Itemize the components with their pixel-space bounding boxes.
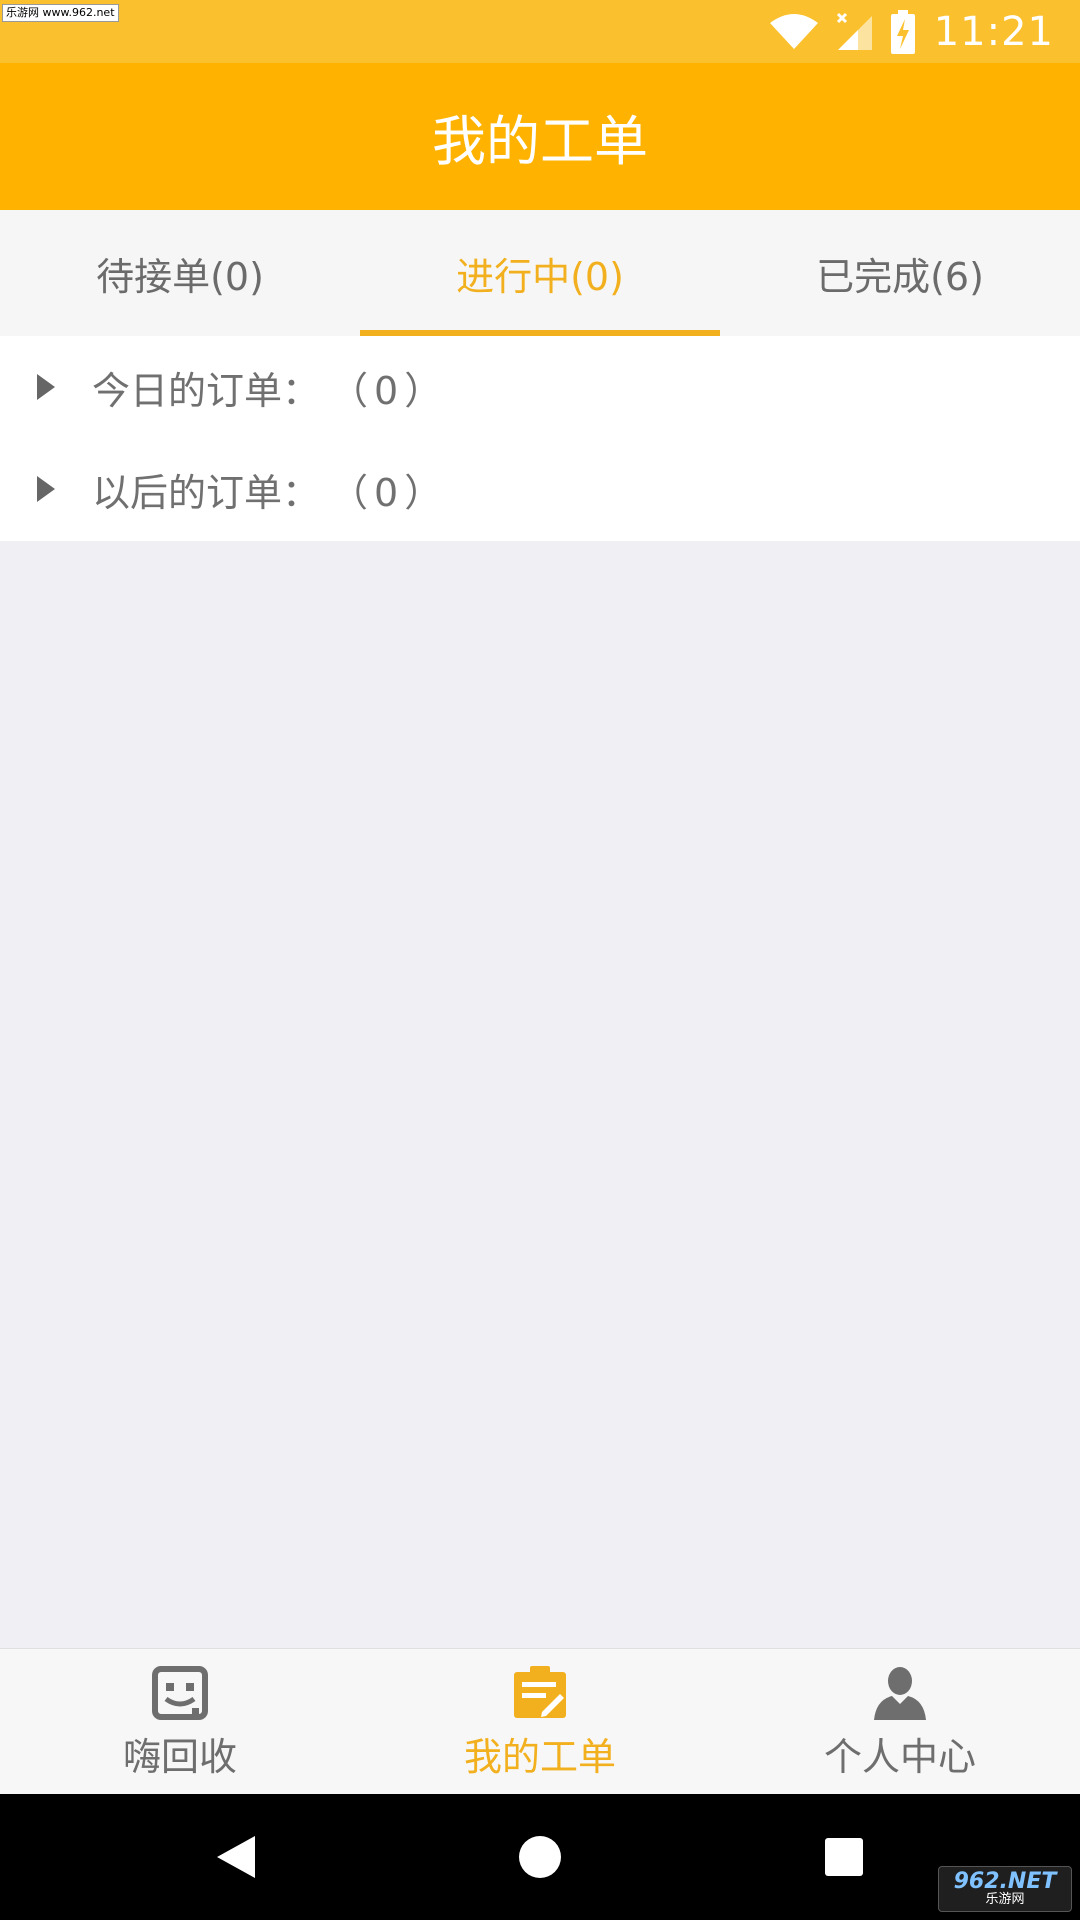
order-group-list: 今日的订单： （0） 以后的订单： （0） bbox=[0, 336, 1080, 541]
group-future-orders[interactable]: 以后的订单： （0） bbox=[0, 438, 1080, 540]
watermark-top: 乐游网 www.962.net bbox=[2, 4, 119, 22]
nav-item-home[interactable]: 嗨回收 bbox=[0, 1649, 360, 1795]
wifi-icon bbox=[768, 13, 820, 51]
battery-charging-icon bbox=[890, 10, 916, 54]
status-bar: 乐游网 www.962.net 11:21 bbox=[0, 0, 1080, 63]
person-icon bbox=[872, 1664, 928, 1720]
tab-completed[interactable]: 已完成(6) bbox=[720, 210, 1080, 336]
tab-in-progress[interactable]: 进行中(0) bbox=[360, 210, 720, 336]
group-count: （0） bbox=[330, 368, 449, 413]
nav-item-profile[interactable]: 个人中心 bbox=[720, 1649, 1080, 1795]
app-bar: 我的工单 bbox=[0, 63, 1080, 210]
status-time: 11:21 bbox=[933, 9, 1054, 55]
watermark-logo: 962.NET 乐游网 bbox=[938, 1866, 1072, 1912]
nav-label: 我的工单 bbox=[463, 1734, 616, 1779]
watermark-small: 乐游网 bbox=[985, 1892, 1025, 1907]
clipboard-edit-icon bbox=[512, 1664, 568, 1720]
back-icon[interactable] bbox=[206, 1827, 266, 1887]
page-title: 我的工单 bbox=[432, 110, 648, 173]
tab-pending[interactable]: 待接单(0) bbox=[0, 210, 360, 336]
robot-face-icon bbox=[152, 1664, 208, 1720]
recents-icon[interactable] bbox=[814, 1827, 874, 1887]
tab-bar: 待接单(0) 进行中(0) 已完成(6) bbox=[0, 210, 1080, 336]
group-today-orders[interactable]: 今日的订单： （0） bbox=[0, 336, 1080, 438]
nav-item-my-orders[interactable]: 我的工单 bbox=[360, 1649, 720, 1795]
nav-label: 个人中心 bbox=[823, 1734, 976, 1779]
group-label: 今日的订单： bbox=[92, 368, 321, 413]
tab-pending-label: 待接单(0) bbox=[96, 254, 264, 299]
group-count: （0） bbox=[330, 470, 449, 515]
watermark-big: 962.NET bbox=[953, 1869, 1057, 1894]
expand-arrow-icon bbox=[0, 372, 92, 402]
system-nav-bar: 962.NET 乐游网 bbox=[0, 1794, 1080, 1920]
group-label: 以后的订单： bbox=[92, 470, 321, 515]
tab-in-progress-label: 进行中(0) bbox=[456, 254, 624, 299]
expand-arrow-icon bbox=[0, 474, 92, 504]
nav-label: 嗨回收 bbox=[122, 1734, 237, 1779]
cellular-signal-icon bbox=[834, 12, 874, 52]
tab-completed-label: 已完成(6) bbox=[816, 254, 984, 299]
home-icon[interactable] bbox=[510, 1827, 570, 1887]
bottom-nav: 嗨回收 我的工单 个人中心 bbox=[0, 1648, 1080, 1795]
status-icons: 11:21 bbox=[768, 8, 1054, 56]
